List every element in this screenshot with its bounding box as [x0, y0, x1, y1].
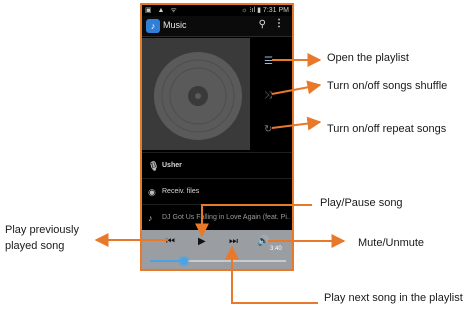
- arrow-next: [225, 245, 318, 304]
- callout-shuffle: Turn on/off songs shuffle: [327, 80, 448, 92]
- callout-repeat: Turn on/off repeat songs: [327, 123, 447, 135]
- arrow-repeat: [271, 116, 322, 131]
- callout-previous: Play previously played song: [5, 224, 79, 252]
- arrow-play-pause: [195, 204, 312, 238]
- callout-mute: Mute/Unmute: [358, 237, 425, 249]
- arrow-shuffle: [271, 80, 322, 95]
- callout-next: Play next song in the playlist: [324, 292, 463, 304]
- callout-arrows: [94, 53, 346, 304]
- callout-open-playlist: Open the playlist: [327, 52, 409, 64]
- callout-play-pause: Play/Pause song: [320, 197, 403, 209]
